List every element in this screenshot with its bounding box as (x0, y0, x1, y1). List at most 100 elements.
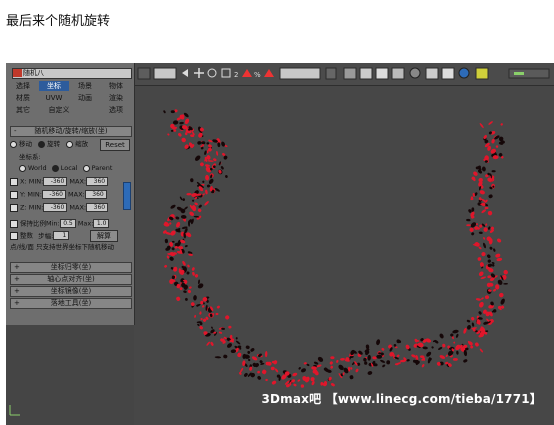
particle (426, 351, 432, 357)
proportion-checkbox[interactable] (10, 219, 18, 228)
particle (452, 357, 458, 361)
particle (463, 359, 468, 363)
particle (311, 381, 315, 386)
particle (257, 375, 262, 380)
particle (336, 359, 339, 363)
svg-text:%: % (254, 71, 261, 79)
viewport[interactable]: 3Dmax吧 【www.linecg.com/tieba/1771】 (134, 86, 554, 425)
proportion-max[interactable]: 1.0 (93, 219, 110, 228)
particle (166, 255, 170, 259)
axis-x-max[interactable]: 360 (86, 177, 109, 186)
tab-custom[interactable]: 自定义 (39, 105, 79, 115)
step-spinner[interactable]: 1 (53, 231, 70, 240)
axis-z-checkbox[interactable] (10, 203, 18, 212)
particle (239, 372, 242, 375)
particle (350, 367, 353, 370)
main-toolbar: 2 % (134, 63, 554, 86)
axis-slider[interactable] (123, 182, 131, 210)
particle (300, 384, 305, 388)
mode-radio-group: 移动 旋转 缩放 (10, 140, 88, 149)
particle (442, 343, 446, 348)
particle (225, 175, 228, 178)
select-icon (137, 67, 151, 80)
particle (271, 380, 277, 385)
radio-move[interactable] (10, 140, 17, 148)
particle (186, 192, 192, 196)
tab-render[interactable]: 渲染 (101, 93, 131, 103)
proportion-min[interactable]: 0.5 (59, 219, 76, 228)
particle (169, 278, 174, 285)
tab-object[interactable]: 物体 (101, 81, 131, 91)
particle (184, 118, 190, 125)
radio-parent[interactable] (82, 164, 90, 172)
radio-world[interactable] (19, 164, 26, 172)
rollout-coord-mirror[interactable]: + 坐标镜像(坐) (10, 286, 132, 297)
tab-uvw[interactable]: UVW (39, 93, 69, 103)
axis-x-min[interactable]: -360 (43, 177, 68, 186)
particle (204, 201, 209, 206)
tab-options[interactable]: 选项 (101, 105, 131, 115)
axis-y-checkbox[interactable] (10, 190, 18, 199)
move-icon (194, 68, 204, 78)
tab-material[interactable]: 材质 (8, 93, 38, 103)
particle (481, 252, 486, 257)
tab-animation[interactable]: 动画 (70, 93, 100, 103)
tab-other[interactable]: 其它 (8, 105, 38, 115)
rollout-coord-reset[interactable]: + 坐标归零(坐) (10, 262, 132, 273)
radio-local[interactable] (51, 164, 59, 172)
tab-coordinate[interactable]: 坐标 (39, 81, 69, 91)
axis-y-max[interactable]: 360 (84, 190, 107, 199)
command-panel: 随机八 选择 坐标 场景 物体 材质 UVW 动画 渲染 其它 自定义 选项 -… (6, 63, 135, 325)
particle (499, 292, 504, 298)
particle (164, 264, 168, 268)
particle (210, 341, 214, 346)
axis-z-min[interactable]: -360 (43, 203, 68, 212)
particle (248, 358, 251, 362)
reset-button[interactable]: Reset (100, 139, 130, 151)
particle (175, 216, 180, 220)
particle (244, 372, 248, 377)
particle (176, 221, 181, 228)
particle (376, 339, 381, 346)
rollout-pivot-align[interactable]: + 轴心点对齐(坐) (10, 274, 132, 285)
particle (275, 368, 279, 373)
particle (197, 141, 202, 145)
particle (421, 364, 425, 368)
particle (466, 224, 471, 227)
tab-scene[interactable]: 场景 (70, 81, 100, 91)
rollout-drop-tool[interactable]: + 落地工具(坐) (10, 298, 132, 309)
radio-rotate[interactable] (38, 140, 46, 148)
toolbar-icons: 2 % (137, 67, 550, 80)
particle (225, 315, 230, 320)
particle (262, 369, 266, 374)
particle (487, 259, 491, 263)
tab-select[interactable]: 选择 (8, 81, 38, 91)
integer-checkbox[interactable] (10, 231, 18, 240)
particle (479, 190, 485, 195)
particle (189, 211, 195, 217)
particle (251, 356, 258, 361)
axis-z-max[interactable]: 360 (86, 203, 109, 212)
particle (169, 256, 174, 261)
particle (191, 267, 195, 271)
particle (257, 370, 260, 374)
particle (330, 356, 335, 360)
particle (367, 354, 371, 361)
particle (473, 171, 478, 176)
particle (488, 121, 493, 125)
particle (495, 253, 501, 258)
rollout-random-transform[interactable]: - 随机移动/旋转/缩放(坐) (10, 126, 132, 137)
unlock-button[interactable]: 解算 (90, 230, 118, 242)
object-name-field[interactable]: 随机八 (12, 68, 132, 79)
particle (250, 348, 255, 352)
particle (182, 260, 186, 266)
particle (171, 247, 175, 251)
color-swatch[interactable] (13, 69, 22, 77)
particle (200, 162, 204, 167)
particle (467, 324, 471, 330)
particle (164, 238, 169, 244)
particle (179, 121, 184, 125)
radio-scale[interactable] (66, 140, 74, 148)
axis-y-min[interactable]: -360 (41, 190, 66, 199)
axis-x-checkbox[interactable] (10, 177, 18, 186)
